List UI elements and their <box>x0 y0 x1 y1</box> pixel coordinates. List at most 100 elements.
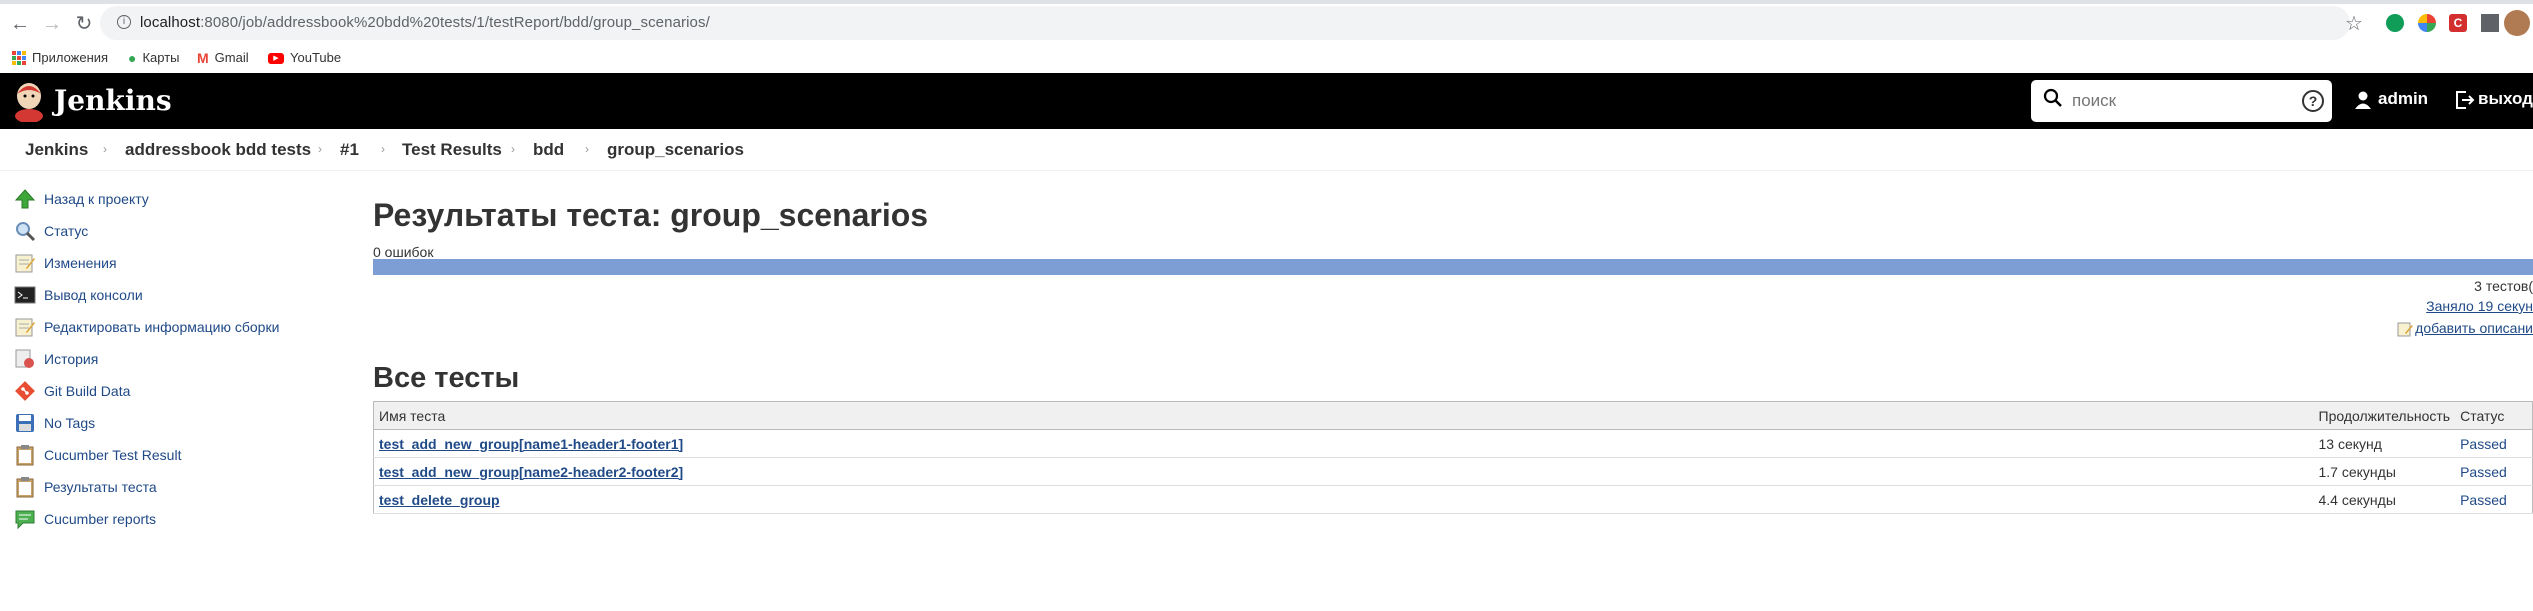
sidebar-item-label: Cucumber reports <box>44 511 157 527</box>
column-header-status[interactable]: Статус <box>2455 401 2533 430</box>
test-link[interactable]: test_delete_group <box>379 492 500 508</box>
search-icon <box>2043 88 2063 108</box>
sidebar-item-edit-build-info[interactable]: Редактировать информацию сборки <box>14 312 279 342</box>
breadcrumb-separator-icon: › <box>318 142 322 156</box>
user-icon <box>2354 90 2372 110</box>
info-icon[interactable]: i <box>117 15 131 29</box>
search-input[interactable] <box>2072 88 2292 114</box>
breadcrumb-package[interactable]: bdd <box>533 140 564 160</box>
sidebar-item-label: Изменения <box>44 255 117 271</box>
test-name-cell: test_add_new_group[name1-header1-footer1… <box>373 429 2314 458</box>
sidebar-item-label: Вывод консоли <box>44 287 143 303</box>
duration-cell: 13 секунд <box>2313 429 2456 458</box>
search-icon <box>14 220 36 242</box>
breadcrumb-job[interactable]: addressbook bdd tests <box>125 140 311 160</box>
breadcrumb-separator-icon: › <box>511 142 515 156</box>
breadcrumb-separator-icon: › <box>103 142 107 156</box>
jenkins-logo-text[interactable]: Jenkins <box>54 84 172 117</box>
chat-icon <box>14 508 36 530</box>
sidebar-item-label: История <box>44 351 99 367</box>
status-cell: Passed <box>2455 429 2533 458</box>
youtube-icon: ▶ <box>268 52 284 64</box>
notepad-icon <box>14 316 36 338</box>
extension-icon[interactable]: C <box>2449 14 2467 32</box>
bookmark-gmail[interactable]: M Gmail <box>197 47 249 69</box>
breadcrumb-class[interactable]: group_scenarios <box>607 140 744 160</box>
url-text[interactable]: localhost:8080/job/addressbook%20bdd%20t… <box>140 14 710 31</box>
test-link[interactable]: test_add_new_group[name2-header2-footer2… <box>379 464 683 480</box>
table-row: test_add_new_group[name2-header2-footer2… <box>373 457 2533 486</box>
pass-progress-bar <box>373 259 2533 275</box>
logout-link[interactable]: выход <box>2478 89 2533 109</box>
avatar[interactable] <box>2504 10 2530 36</box>
bookmark-star-icon[interactable]: ☆ <box>2345 11 2363 36</box>
edit-description-icon <box>2397 321 2413 337</box>
extensions-icon[interactable] <box>2481 14 2499 32</box>
add-description-link[interactable]: добавить описани <box>2415 320 2533 336</box>
duration-cell: 4.4 секунды <box>2313 485 2456 514</box>
sidebar-item-git-build-data[interactable]: Git Build Data <box>14 376 130 406</box>
tests-count: 3 тестов( <box>2474 278 2533 294</box>
sidebar-item-label: Результаты теста <box>44 479 157 495</box>
sidebar-item-test-results[interactable]: Результаты теста <box>14 472 157 502</box>
apps-grid-icon <box>12 51 26 65</box>
fail-count: 0 ошибок <box>373 244 434 260</box>
sidebar-item-no-tags[interactable]: No Tags <box>14 408 95 438</box>
sidebar-item-changes[interactable]: Изменения <box>14 248 117 278</box>
bookmark-label: YouTube <box>290 50 342 65</box>
history-icon <box>14 348 36 370</box>
breadcrumb-test-results[interactable]: Test Results <box>402 140 502 160</box>
jenkins-logo-icon[interactable] <box>12 80 46 123</box>
clipboard-icon <box>14 476 36 498</box>
tests-table: Имя теста Продолжительность Статус test_… <box>373 401 2533 514</box>
extension-icon[interactable] <box>2386 14 2404 32</box>
extension-icon[interactable] <box>2418 14 2436 32</box>
gmail-icon: M <box>197 50 209 66</box>
status-cell: Passed <box>2455 485 2533 514</box>
save-icon <box>14 412 36 434</box>
breadcrumb-jenkins[interactable]: Jenkins <box>25 140 88 160</box>
tab-strip <box>0 0 2533 4</box>
up-arrow-icon <box>14 188 36 210</box>
sidebar-item-history[interactable]: История <box>14 344 98 374</box>
help-icon[interactable]: ? <box>2302 90 2324 112</box>
status-cell: Passed <box>2455 457 2533 486</box>
sidebar-item-back[interactable]: Назад к проекту <box>14 184 149 214</box>
bookmark-label: Карты <box>142 50 180 65</box>
sidebar-item-label: No Tags <box>44 415 96 431</box>
column-header-duration[interactable]: Продолжительность <box>2313 401 2456 430</box>
sidebar-item-label: Назад к проекту <box>44 191 149 207</box>
bookmark-label: Приложения <box>32 50 109 65</box>
breadcrumb-build[interactable]: #1 <box>340 140 359 160</box>
table-row: test_delete_group 4.4 секунды Passed <box>373 485 2533 514</box>
logout-icon <box>2455 90 2475 110</box>
bookmark-maps[interactable]: ● Карты <box>128 47 180 69</box>
reload-icon[interactable]: ↻ <box>72 12 96 36</box>
back-icon[interactable]: ← <box>8 12 32 36</box>
sidebar-item-label: Статус <box>44 223 89 239</box>
table-header-row: Имя теста Продолжительность Статус <box>373 401 2533 430</box>
table-row: test_add_new_group[name1-header1-footer1… <box>373 429 2533 458</box>
bookmark-apps[interactable]: Приложения <box>12 47 108 69</box>
page-title: Результаты теста: group_scenarios <box>373 197 929 233</box>
sidebar-item-label: Cucumber Test Result <box>44 447 182 463</box>
user-link[interactable]: admin <box>2378 89 2428 109</box>
breadcrumb <box>0 129 2533 171</box>
duration-link[interactable]: Заняло 19 секун <box>2426 298 2533 314</box>
sidebar-item-label: Git Build Data <box>44 383 131 399</box>
notepad-icon <box>14 252 36 274</box>
test-link[interactable]: test_add_new_group[name1-header1-footer1… <box>379 436 683 452</box>
forward-icon[interactable]: → <box>40 12 64 36</box>
sidebar-item-console[interactable]: Вывод консоли <box>14 280 143 310</box>
breadcrumb-separator-icon: › <box>381 142 385 156</box>
sidebar-item-cucumber-reports[interactable]: Cucumber reports <box>14 504 156 534</box>
sidebar-item-label: Редактировать информацию сборки <box>44 319 280 335</box>
test-name-cell: test_delete_group <box>373 485 2314 514</box>
sidebar-item-status[interactable]: Статус <box>14 216 88 246</box>
sidebar-item-cucumber-test-result[interactable]: Cucumber Test Result <box>14 440 181 470</box>
column-header-name[interactable]: Имя теста <box>373 401 2314 430</box>
breadcrumb-separator-icon: › <box>585 142 589 156</box>
bookmark-youtube[interactable]: ▶ YouTube <box>268 47 341 69</box>
terminal-icon <box>14 284 36 306</box>
maps-icon: ● <box>128 50 137 66</box>
